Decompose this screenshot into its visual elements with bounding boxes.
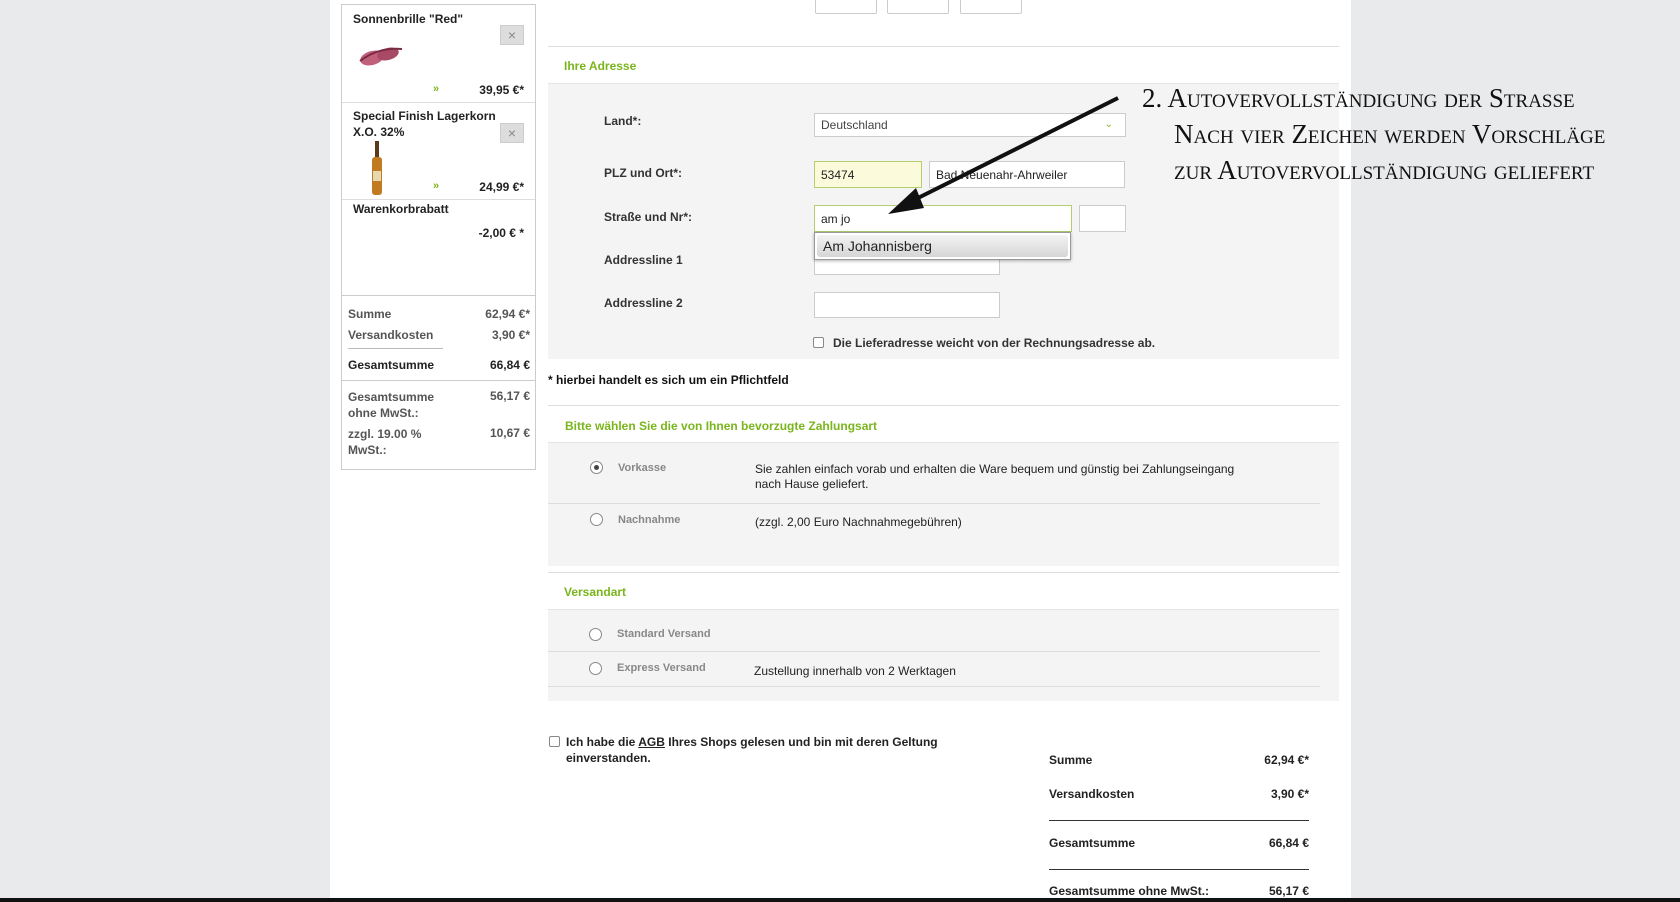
total-shipping-row: Versandkosten 3,90 €* <box>1049 787 1309 801</box>
addressline2-label: Addressline 2 <box>604 296 683 310</box>
shipping-option-desc: Zustellung innerhalb von 2 Werktagen <box>754 664 956 678</box>
cart-item-price: 24,99 €* <box>479 180 524 194</box>
street-input[interactable] <box>814 205 1072 232</box>
address-section-title: Ihre Adresse <box>564 59 637 73</box>
payment-section-header: Bitte wählen Sie die von Ihnen bevorzugt… <box>548 406 1339 443</box>
house-number-input[interactable] <box>1079 205 1126 232</box>
cart-net-label: Gesamtsumme ohne MwSt.: <box>348 390 435 420</box>
agb-checkbox[interactable] <box>549 736 560 747</box>
top-button[interactable] <box>887 0 949 14</box>
divider <box>342 295 535 296</box>
cart-discount-value: -2,00 € * <box>478 226 524 240</box>
cart-sum-row: Summe 62,94 €* <box>348 307 530 321</box>
city-input[interactable] <box>929 161 1125 188</box>
divider <box>548 686 1320 687</box>
cart-item-price: 39,95 €* <box>479 83 524 97</box>
shipping-section-header: Versandart <box>548 573 1339 610</box>
cart-discount-name: Warenkorbrabatt <box>353 202 449 216</box>
remove-item-button[interactable]: × <box>500 123 524 143</box>
delivery-address-checkbox[interactable] <box>813 337 824 348</box>
payment-option-name: Nachnahme <box>618 514 681 526</box>
country-label: Land*: <box>604 114 642 128</box>
divider <box>548 503 1320 504</box>
payment-option-desc: Sie zahlen einfach vorab und erhalten di… <box>755 462 1235 491</box>
shipping-option-name: Standard Versand <box>617 628 711 640</box>
total-grand-row: Gesamtsumme 66,84 € <box>1049 836 1309 850</box>
zip-city-label: PLZ und Ort*: <box>604 166 682 180</box>
bottle-image <box>372 141 382 195</box>
street-label: Straße und Nr*: <box>604 210 693 224</box>
annotation-line: 2. Autovervollständigung der Straße <box>1142 83 1575 113</box>
chevron-down-icon: ⌄ <box>1104 119 1113 130</box>
payment-option-name: Vorkasse <box>618 462 667 474</box>
top-button[interactable] <box>815 0 877 14</box>
divider <box>1049 820 1309 821</box>
country-select[interactable]: Deutschland ⌄ <box>814 113 1126 137</box>
address-section-header: Ihre Adresse <box>548 47 1339 84</box>
sunglasses-image <box>359 47 403 66</box>
shipping-radio-standard[interactable] <box>589 628 602 641</box>
cart-total-row: Gesamtsumme 66,84 € <box>348 358 530 372</box>
divider <box>342 102 535 103</box>
divider <box>548 651 1320 652</box>
addressline1-label: Addressline 1 <box>604 253 683 267</box>
divider <box>342 380 535 381</box>
cart-item-name[interactable]: Special Finish Lagerkorn X.O. 32% <box>353 108 523 140</box>
divider <box>348 348 443 349</box>
annotation-line: zur Autovervollständigung geliefert <box>1174 155 1595 185</box>
remove-item-button[interactable]: × <box>500 25 524 45</box>
divider <box>342 199 535 200</box>
payment-radio-vorkasse[interactable] <box>590 461 603 474</box>
cart-shipping-row: Versandkosten 3,90 €* <box>348 328 530 342</box>
required-note: * hierbei handelt es sich um ein Pflicht… <box>548 373 789 387</box>
agb-link[interactable]: AGB <box>638 735 665 749</box>
cart-vat-label: zzgl. 19.00 % MwSt.: <box>348 427 422 457</box>
shipping-section-title: Versandart <box>564 585 627 599</box>
cart-sidebar: Sonnenbrille "Red" × » 39,95 €* Special … <box>341 4 536 470</box>
addressline2-input[interactable] <box>814 292 1000 318</box>
payment-option-desc: (zzgl. 2,00 Euro Nachnahmegebühren) <box>755 515 962 529</box>
autocomplete-dropdown: Am Johannisberg <box>814 232 1071 260</box>
top-button[interactable] <box>960 0 1022 14</box>
annotation-line: Nach vier Zeichen werden Vorschläge <box>1174 119 1606 149</box>
delivery-address-label: Die Lieferadresse weicht von der Rechnun… <box>833 336 1156 350</box>
expand-chevron-icon[interactable]: » <box>433 83 439 95</box>
total-net-row: Gesamtsumme ohne MwSt.: 56,17 € <box>1049 884 1309 898</box>
zip-input[interactable] <box>814 161 922 188</box>
bottom-bar <box>0 898 1680 902</box>
total-sum-row: Summe 62,94 €* <box>1049 753 1309 767</box>
payment-section-title: Bitte wählen Sie die von Ihnen bevorzugt… <box>565 419 878 433</box>
divider <box>1049 869 1309 870</box>
shipping-option-name: Express Versand <box>617 662 706 674</box>
autocomplete-suggestion[interactable]: Am Johannisberg <box>817 235 1068 257</box>
payment-radio-nachnahme[interactable] <box>590 513 603 526</box>
shipping-radio-express[interactable] <box>589 662 602 675</box>
expand-chevron-icon[interactable]: » <box>433 180 439 192</box>
agb-text: Ich habe die AGB Ihres Shops gelesen und… <box>566 735 938 765</box>
